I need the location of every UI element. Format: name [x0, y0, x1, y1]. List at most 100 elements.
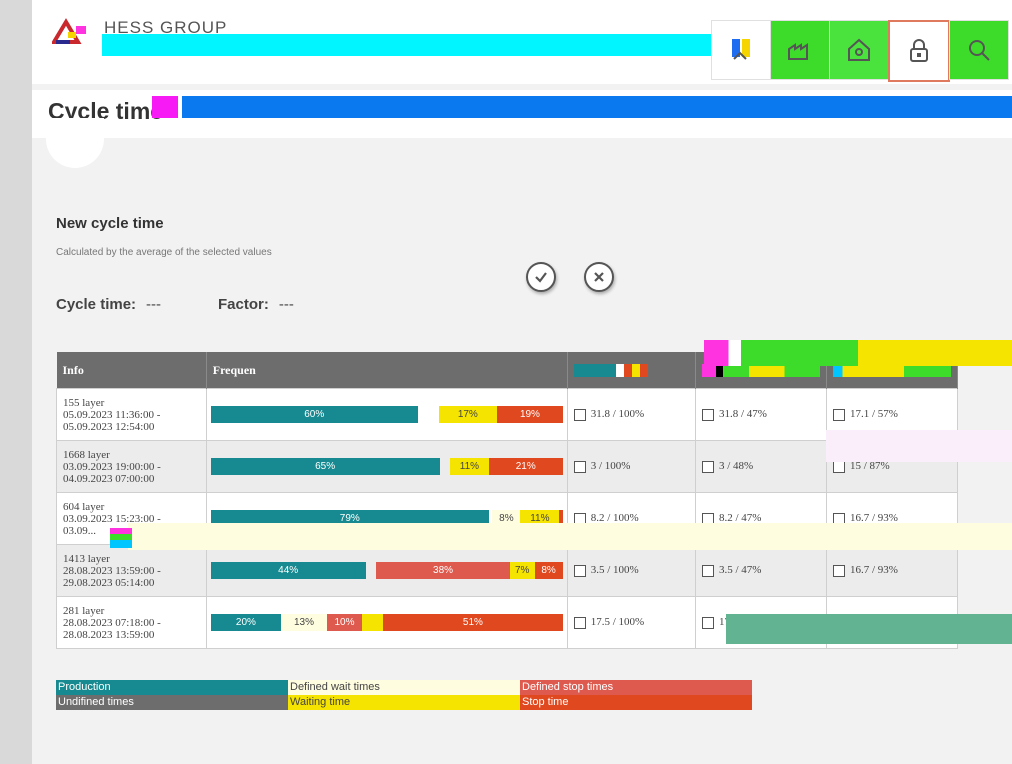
frequency-bar: 20% 13% 10% 51% [210, 614, 563, 631]
frequency-segment-wait: 17% [438, 406, 498, 423]
frequency-segment-gap [418, 406, 439, 423]
info-line: 03.09.2023 19:00:00 - [63, 460, 161, 473]
select-checkbox[interactable] [832, 564, 845, 577]
title-glitch-bar [182, 96, 1012, 118]
header: HESS GROUP [32, 0, 1012, 84]
header-glitch-bar [102, 34, 762, 56]
frequency-cell: 20% 13% 10% 51% [205, 596, 568, 649]
value-cell: 3 / 100% [566, 440, 696, 493]
header-icon-bar [711, 20, 1009, 82]
info-line: 28.08.2023 07:18:00 - [63, 616, 161, 629]
avatar [46, 118, 104, 168]
frequency-cell: 65% 11% 21% [205, 440, 568, 493]
frequency-segment-stop: 8% [534, 562, 563, 579]
frequency-segment-wait: 11% [450, 458, 489, 475]
check-icon [535, 272, 547, 283]
home-button[interactable] [829, 20, 889, 80]
table-row: 155 layer 05.09.2023 11:36:00 -05.09.2023… [56, 388, 959, 441]
title-glitch-patch [152, 96, 178, 118]
home-icon [848, 38, 870, 61]
value-cell: 3 / 48% [694, 440, 827, 493]
frequency-segment-prod: 60% [210, 406, 418, 423]
frequency-segment-prod: 65% [210, 458, 440, 475]
info-line: 28.08.2023 13:59:00 - [63, 564, 161, 577]
frequency-segment-gap [440, 458, 451, 475]
legend: Production Defined wait times Defined stop… [56, 680, 752, 710]
select-checkbox[interactable] [573, 460, 586, 473]
col-header-info: Info [56, 352, 207, 389]
frequency-segment-wait: 7% [509, 562, 535, 579]
col-header-frequency: Frequen [206, 352, 568, 389]
close-icon [594, 272, 604, 282]
col-header-a [567, 352, 696, 389]
select-checkbox[interactable] [701, 616, 714, 629]
cell-glitch-patch [826, 430, 1012, 462]
info-line: 155 layer [63, 396, 105, 409]
factor-value: --- [278, 296, 294, 313]
search-button[interactable] [949, 20, 1009, 80]
cycle-time-label: Cycle time: [56, 296, 137, 313]
lock-button[interactable] [888, 20, 950, 82]
info-cell: 281 layer 28.08.2023 07:18:00 -28.08.2023… [56, 596, 207, 649]
row-glitch-patch [110, 528, 132, 548]
lock-icon [910, 39, 928, 62]
select-checkbox[interactable] [832, 408, 845, 421]
legend-item: Undifined times [56, 695, 288, 710]
value-cell: 3.5 / 47% [694, 544, 827, 597]
select-checkbox[interactable] [701, 564, 714, 577]
frequency-segment-prod: 44% [210, 562, 366, 579]
select-checkbox[interactable] [832, 460, 845, 473]
frequency-cell: 60% 17% 19% [205, 388, 568, 441]
legend-item: Defined stop times [520, 680, 752, 695]
value-cell: 31.8 / 100% [566, 388, 696, 441]
frequency-bar: 60% 17% 19% [210, 406, 563, 423]
value-cell: 3.5 / 100% [566, 544, 696, 597]
value-text: 17.5 / 100% [590, 616, 645, 629]
info-line: 29.08.2023 05:14:00 [63, 576, 155, 589]
frequency-segment-stop: 19% [497, 406, 563, 423]
search-icon [969, 40, 990, 61]
info-line: 05.09.2023 11:36:00 - [63, 408, 161, 421]
cycle-table: Info Frequen 155 layer 05.09.2023 11:36:0… [56, 352, 959, 649]
legend-item: Defined wait times [288, 680, 520, 695]
info-line: 1413 layer [63, 552, 110, 565]
new-cycle-title: New cycle time [56, 215, 164, 232]
cycle-time-value: --- [146, 296, 162, 313]
cursor-button[interactable] [711, 20, 771, 80]
factory-button[interactable] [770, 20, 830, 80]
factor-label: Factor: [218, 296, 269, 313]
info-cell: 1413 layer 28.08.2023 13:59:00 -29.08.202… [56, 544, 207, 597]
select-checkbox[interactable] [573, 616, 586, 629]
frequency-segment-stop: 21% [488, 458, 563, 475]
cancel-button[interactable] [584, 262, 614, 292]
frequency-segment-stop: 51% [383, 614, 563, 631]
frequency-segment-dwait: 13% [281, 614, 327, 631]
value-text: 3 / 48% [718, 460, 754, 473]
select-checkbox[interactable] [573, 564, 586, 577]
cursor-icon [732, 39, 750, 60]
frequency-bar: 65% 11% 21% [210, 458, 563, 475]
frequency-segment-defstop: 10% [326, 614, 363, 631]
select-checkbox[interactable] [701, 408, 714, 421]
value-text: 31.8 / 100% [590, 408, 645, 421]
hess-logo-icon [52, 18, 86, 44]
title-bar: Cycle time [32, 90, 1012, 138]
info-line: 05.09.2023 12:54:00 [63, 420, 155, 433]
confirm-button[interactable] [526, 262, 556, 292]
select-checkbox[interactable] [701, 460, 714, 473]
info-line: 281 layer [63, 604, 105, 617]
value-text: 17.1 / 57% [849, 408, 898, 421]
info-line: 1668 layer [63, 448, 110, 461]
value-cell: 16.7 / 93% [825, 544, 959, 597]
value-cell: 17.5 / 100% [566, 596, 696, 649]
frequency-cell: 44% 38% 7% 8% [205, 544, 568, 597]
value-text: 3.5 / 47% [718, 564, 762, 577]
info-line: 604 layer [63, 500, 105, 513]
legend-item: Production [56, 680, 288, 695]
info-cell: 1668 layer 03.09.2023 19:00:00 -04.09.202… [56, 440, 207, 493]
table-row: 1413 layer 28.08.2023 13:59:00 -29.08.202… [56, 544, 959, 597]
table-row: 1668 layer 03.09.2023 19:00:00 -04.09.202… [56, 440, 959, 493]
info-line: 04.09.2023 07:00:00 [63, 472, 155, 485]
select-checkbox[interactable] [573, 408, 586, 421]
factor-readout: Factor: --- [218, 296, 294, 313]
